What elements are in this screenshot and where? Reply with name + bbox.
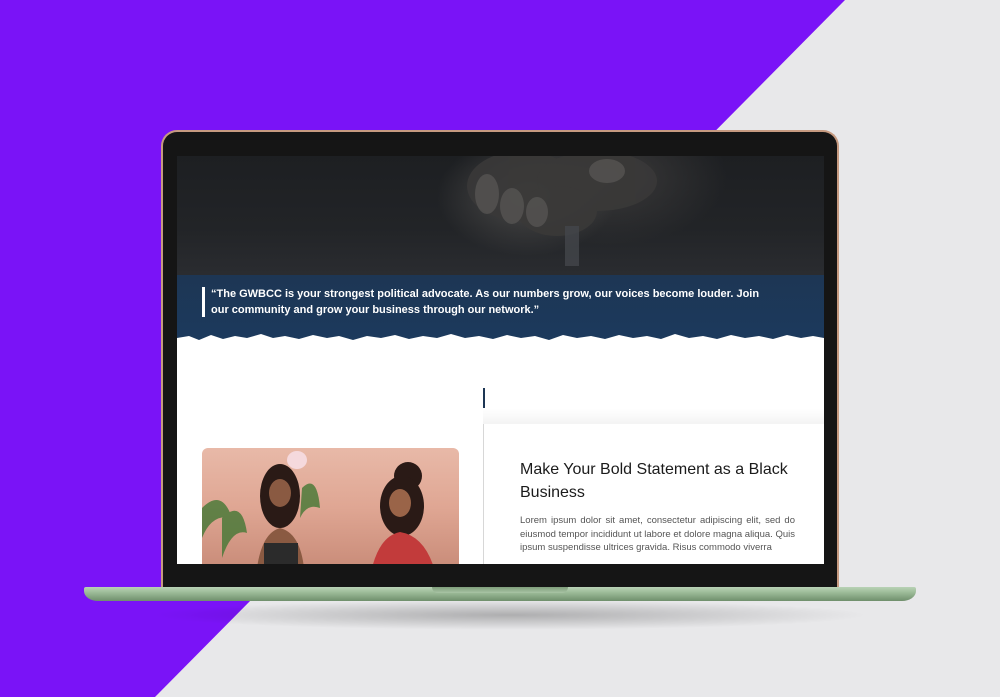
hero-handshake-image xyxy=(177,156,824,275)
feature-title: Make Your Bold Statement as a Black Busi… xyxy=(520,461,788,501)
laptop-hinge-notch xyxy=(432,587,568,593)
feature-body: Lorem ipsum dolor sit amet, consectetur … xyxy=(520,515,795,553)
quote-text: “The GWBCC is your strongest political a… xyxy=(211,288,760,316)
feature-panel: Make Your Bold Statement as a Black Busi… xyxy=(483,424,824,564)
torn-paper-edge xyxy=(177,334,824,352)
two-women-illustration xyxy=(202,451,433,564)
laptop-shadow xyxy=(150,600,870,630)
laptop-screen-bezel-bottom xyxy=(163,564,837,588)
handshake-illustration xyxy=(467,156,657,266)
section-divider xyxy=(483,388,485,408)
website-screen: “The GWBCC is your strongest political a… xyxy=(177,156,824,564)
women-photo xyxy=(202,448,459,564)
quote-accent-bar xyxy=(202,287,205,317)
